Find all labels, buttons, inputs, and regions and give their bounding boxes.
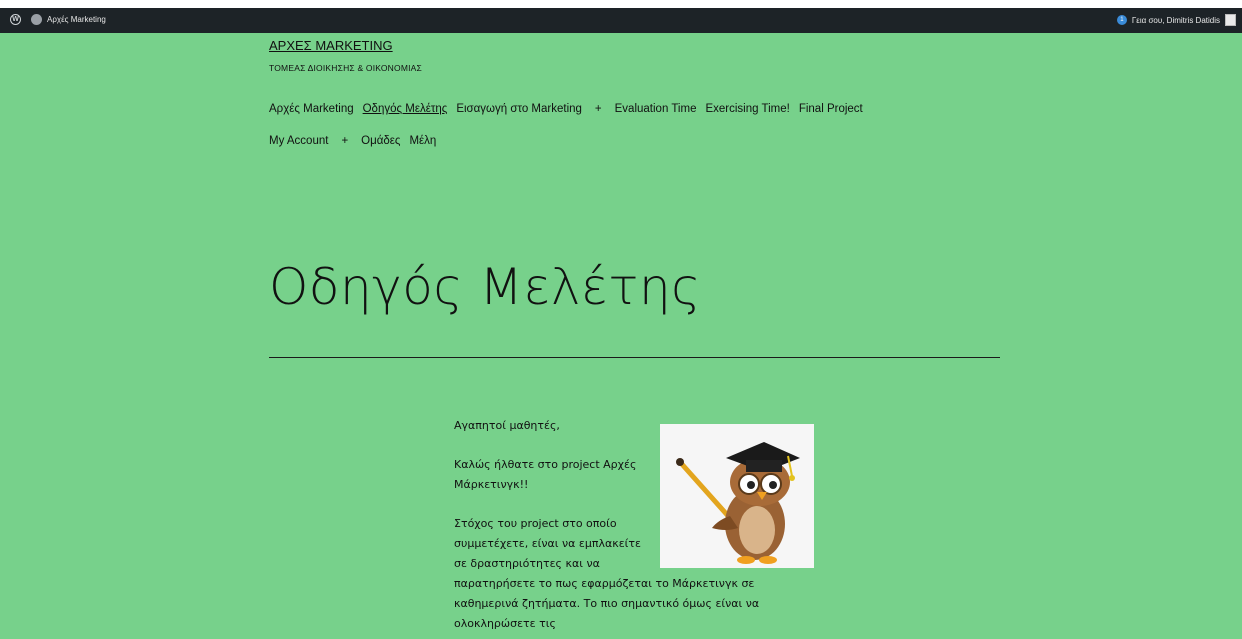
account-greeting[interactable]: Γεια σου, Dimitris Datidis bbox=[1132, 16, 1220, 25]
dashboard-icon bbox=[31, 14, 42, 25]
nav-item-exercising-time[interactable]: Exercising Time! bbox=[705, 103, 789, 115]
nav-item-meli[interactable]: Μέλη bbox=[409, 135, 436, 147]
nav-item-final-project[interactable]: Final Project bbox=[799, 103, 863, 115]
submenu-expand-icon[interactable]: + bbox=[337, 135, 352, 147]
browser-viewport: W Αρχές Marketing 1 Γεια σου, Dimitris D… bbox=[0, 8, 1242, 639]
primary-nav-row2: My Account + Ομάδες Μέλη bbox=[269, 135, 436, 147]
site-title[interactable]: ΑΡΧΕΣ MARKETING bbox=[269, 38, 393, 53]
content-paragraph-start: Στόχος του project στο οποίο συμμετέχετε… bbox=[454, 517, 641, 570]
nav-item-evaluation-time[interactable]: Evaluation Time bbox=[615, 103, 697, 115]
submenu-expand-icon[interactable]: + bbox=[591, 103, 606, 115]
admin-site-name: Αρχές Marketing bbox=[47, 15, 106, 24]
wordpress-logo-icon[interactable]: W bbox=[10, 14, 21, 25]
content-paragraph-end: παρατηρήσετε το πως εφαρμόζεται το Μάρκε… bbox=[454, 577, 760, 630]
nav-item-my-account[interactable]: My Account bbox=[269, 135, 328, 147]
page-title: Οδηγός Μελέτης bbox=[269, 258, 701, 316]
admin-site-link[interactable]: Αρχές Marketing bbox=[31, 14, 106, 25]
content-paragraph: Αγαπητοί μαθητές, bbox=[454, 419, 560, 432]
nav-item-eisagogi[interactable]: Εισαγωγή στο Marketing bbox=[456, 103, 582, 115]
nav-item-omades[interactable]: Ομάδες bbox=[361, 135, 400, 147]
content-paragraph: Καλώς ήλθατε στο project Αρχές Μάρκετινγ… bbox=[454, 458, 637, 491]
nav-item-odigos-meletis[interactable]: Οδηγός Μελέτης bbox=[363, 103, 448, 115]
site-description: ΤΟΜΕΑΣ ΔΙΟΙΚΗΣΗΣ & ΟΙΚΟΝΟΜΙΑΣ bbox=[269, 63, 422, 73]
admin-bar: W Αρχές Marketing 1 Γεια σου, Dimitris D… bbox=[0, 8, 1242, 33]
owl-teacher-image bbox=[660, 424, 814, 568]
notification-count-badge[interactable]: 1 bbox=[1116, 15, 1127, 25]
title-divider bbox=[269, 357, 1000, 358]
primary-nav: Αρχές Marketing Οδηγός Μελέτης Εισαγωγή … bbox=[269, 103, 863, 115]
avatar[interactable] bbox=[1225, 14, 1236, 26]
nav-item-arches-marketing[interactable]: Αρχές Marketing bbox=[269, 103, 354, 115]
